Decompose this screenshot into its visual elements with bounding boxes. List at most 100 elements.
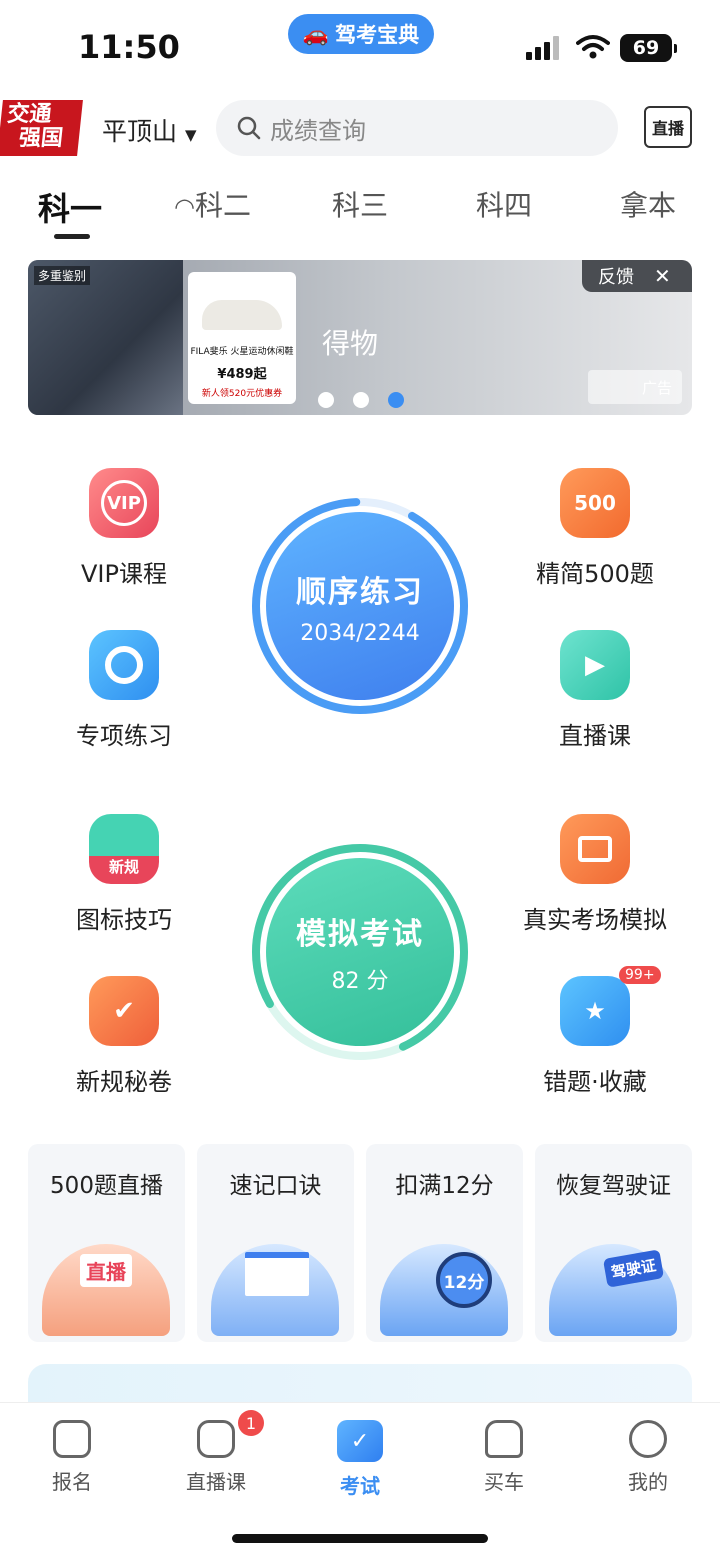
license-illustration: 驾驶证 (549, 1244, 677, 1336)
points-illustration: 12分 (380, 1244, 508, 1336)
banner-tag: 多重鉴别 (34, 266, 91, 285)
real-exam-sim-button[interactable]: 真实考场模拟 (515, 814, 675, 935)
card-title: 恢复驾驶证 (556, 1173, 671, 1199)
card-title: 扣满12分 (395, 1173, 494, 1199)
jiaotong-logo[interactable]: 交通 强国 (0, 100, 83, 156)
500-icon: 500 (560, 468, 630, 538)
sign-tips-label: 图标技巧 (76, 906, 172, 934)
vip-icon: VIP (89, 468, 159, 538)
banner-brand: 得物 (322, 327, 379, 360)
tab-ke1[interactable]: 科一 (38, 184, 102, 230)
real-exam-sim-label: 真实考场模拟 (523, 906, 667, 934)
search-icon (237, 116, 261, 140)
clipboard-icon: ✔ (89, 976, 159, 1046)
mock-exam-button[interactable]: 模拟考试 82 分 (250, 842, 470, 1062)
nav-signup[interactable]: 报名 (22, 1420, 122, 1495)
city-label: 平顶山 (102, 117, 178, 146)
card-500-live[interactable]: 500题直播 直播 (28, 1144, 185, 1342)
city-selector[interactable]: 平顶山 ▼ (102, 112, 197, 148)
new-rules-paper-label: 新规秘卷 (76, 1068, 172, 1096)
eye-icon: ◠ (174, 193, 195, 221)
exam-score: 82 分 (331, 969, 389, 994)
card-restore-license[interactable]: 恢复驾驶证 驾驶证 (535, 1144, 692, 1342)
mistakes-badge: 99+ (619, 966, 661, 984)
battery-icon: 69 (620, 34, 677, 62)
exam-title: 模拟考试 (296, 917, 424, 952)
video-icon: ▶ (560, 630, 630, 700)
sign-tips-button[interactable]: 新规 图标技巧 (44, 814, 204, 935)
nav-live-label: 直播课 (186, 1470, 246, 1494)
nav-mine-label: 我的 (628, 1470, 668, 1494)
practice-title: 顺序练习 (296, 574, 424, 610)
app-pill-label: 驾考宝典 (335, 23, 420, 47)
status-bar: 11:50 🚗 驾考宝典 69 (0, 0, 720, 90)
smile-icon (629, 1420, 667, 1458)
nav-mine[interactable]: 我的 (598, 1420, 698, 1495)
tab-ke3[interactable]: 科三 (332, 184, 388, 224)
live-illustration: 直播 (42, 1244, 170, 1336)
tab-naben[interactable]: 拿本 (620, 184, 676, 224)
mistakes-favorites-label: 错题·收藏 (543, 1068, 647, 1096)
feedback-label: 反馈 (598, 267, 634, 288)
wifi-icon (576, 35, 610, 59)
card-title: 速记口诀 (229, 1173, 322, 1199)
zhuanxiang-button[interactable]: 专项练习 (44, 630, 204, 751)
mistakes-favorites-button[interactable]: ★ 错题·收藏 99+ (515, 966, 675, 1097)
tab-ke2[interactable]: ◠科二 (174, 184, 251, 224)
product-coupon: 新人领520元优惠券 (201, 389, 283, 399)
folder-check-icon: ✓ (337, 1420, 383, 1462)
sequential-practice-button[interactable]: 顺序练习 2034/2244 (250, 496, 470, 716)
search-placeholder: 成绩查询 (270, 116, 366, 145)
card-12-points[interactable]: 扣满12分 12分 (366, 1144, 523, 1342)
sign-icon: 新规 (89, 814, 159, 884)
caret-down-icon: ▼ (184, 126, 197, 144)
banner-dot[interactable] (318, 392, 334, 408)
vip-course-button[interactable]: VIP VIP课程 (44, 468, 204, 589)
board-illustration (211, 1244, 339, 1336)
status-time: 11:50 (78, 28, 180, 66)
live-badge: 1 (238, 1410, 264, 1436)
tab-indicator (54, 234, 90, 239)
close-icon[interactable]: ✕ (654, 264, 671, 288)
car-icon (485, 1420, 523, 1458)
feedback-button[interactable]: 反馈 ✕ (582, 260, 692, 292)
banner-dot-active[interactable] (388, 392, 404, 408)
tab-ke4[interactable]: 科四 (476, 184, 532, 224)
nav-exam-label: 考试 (340, 1474, 380, 1498)
bookmark-icon: ★ (560, 976, 630, 1046)
jingjian-500-label: 精简500题 (536, 560, 654, 588)
car-icon: 🚗 (302, 21, 330, 46)
product-price: ¥489起 (217, 367, 267, 382)
live-course-button[interactable]: ▶ 直播课 (515, 630, 675, 751)
live-course-label: 直播课 (559, 722, 631, 750)
product-card: FILA斐乐 火星运动休闲鞋 ¥489起 新人领520元优惠券 (188, 272, 296, 404)
live-tv-label: 直播 (651, 119, 684, 138)
card-title: 500题直播 (50, 1173, 163, 1199)
signup-icon (53, 1420, 91, 1458)
shoe-image (202, 300, 282, 330)
nav-signup-label: 报名 (52, 1470, 92, 1494)
nav-exam[interactable]: ✓ 考试 (310, 1420, 410, 1499)
zhuanxiang-label: 专项练习 (76, 722, 172, 750)
logo-line-1: 交通 (6, 102, 53, 127)
shoes-photo: 多重鉴别 (28, 260, 183, 415)
practice-progress: 2034/2244 (300, 620, 420, 646)
product-name: FILA斐乐 火星运动休闲鞋 (190, 347, 294, 357)
search-input[interactable]: 成绩查询 (216, 100, 618, 156)
live-tv-button[interactable]: 直播 (644, 106, 692, 148)
monitor-icon (560, 814, 630, 884)
banner-dot[interactable] (353, 392, 369, 408)
ad-banner[interactable]: 多重鉴别 FILA斐乐 火星运动休闲鞋 ¥489起 新人领520元优惠券 得物 … (28, 260, 692, 415)
home-indicator (232, 1534, 488, 1543)
app-pill[interactable]: 🚗 驾考宝典 (288, 14, 434, 54)
jingjian-500-button[interactable]: 500 精简500题 (515, 468, 675, 589)
vip-course-label: VIP课程 (81, 560, 167, 588)
tab-ke2-label: 科二 (194, 189, 251, 222)
ad-label: 广告 (588, 370, 682, 404)
new-rules-paper-button[interactable]: ✔ 新规秘卷 (44, 976, 204, 1097)
nav-buy-car[interactable]: 买车 (454, 1420, 554, 1495)
logo-line-2: 强国 (17, 126, 65, 151)
target-icon (89, 630, 159, 700)
card-mnemonic[interactable]: 速记口诀 (197, 1144, 354, 1342)
tv-icon (197, 1420, 235, 1458)
